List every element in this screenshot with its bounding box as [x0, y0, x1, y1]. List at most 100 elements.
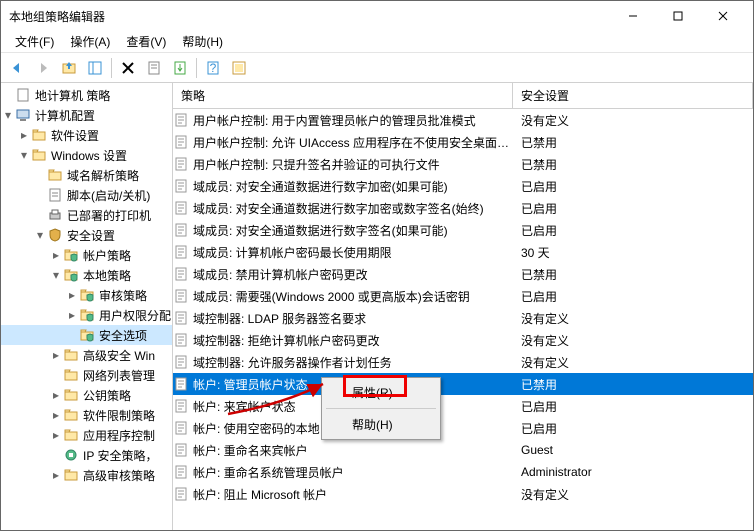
ipsec-icon [63, 447, 81, 463]
menu-bar: 文件(F) 操作(A) 查看(V) 帮助(H) [1, 31, 753, 53]
tree-node[interactable]: 地计算机 策略 [1, 85, 172, 105]
tree-toggle-icon[interactable]: ▸ [17, 128, 31, 142]
list-row[interactable]: 域成员: 计算机帐户密码最长使用期限30 天 [173, 241, 753, 263]
export-button[interactable] [168, 56, 192, 80]
context-menu-help[interactable]: 帮助(H) [324, 412, 438, 437]
tree-node[interactable]: ▸帐户策略 [1, 245, 172, 265]
help-button[interactable]: ? [201, 56, 225, 80]
folder-shield-icon [79, 327, 97, 343]
title-bar: 本地组策略编辑器 [1, 1, 753, 31]
list-pane[interactable]: 策略 安全设置 用户帐户控制: 用于内置管理员帐户的管理员批准模式没有定义用户帐… [173, 83, 753, 530]
list-row[interactable]: 域控制器: LDAP 服务器签名要求没有定义 [173, 307, 753, 329]
tree-node[interactable]: 网络列表管理 [1, 365, 172, 385]
tree-node[interactable]: ▾本地策略 [1, 265, 172, 285]
forward-button[interactable] [31, 56, 55, 80]
policy-setting: Guest [513, 443, 753, 457]
policy-icon [173, 354, 193, 370]
tree-toggle-icon[interactable]: ▸ [49, 468, 63, 482]
up-button[interactable] [57, 56, 81, 80]
tree-node-label: 软件限制策略 [81, 407, 155, 424]
policy-icon [173, 288, 193, 304]
tree-node[interactable]: ▾计算机配置 [1, 105, 172, 125]
menu-view[interactable]: 查看(V) [118, 31, 174, 52]
computer-icon [15, 107, 33, 123]
policy-name: 帐户: 重命名系统管理员帐户 [193, 464, 513, 481]
tree-node-label: 应用程序控制 [81, 427, 155, 444]
list-row[interactable]: 域成员: 对安全通道数据进行数字加密(如果可能)已启用 [173, 175, 753, 197]
policy-name: 域成员: 对安全通道数据进行数字加密或数字签名(始终) [193, 200, 513, 217]
policy-setting: 已启用 [513, 420, 753, 437]
tree-node-label: 已部署的打印机 [65, 207, 151, 224]
tree-toggle-icon[interactable]: ▸ [49, 388, 63, 402]
list-row[interactable]: 域成员: 对安全通道数据进行数字加密或数字签名(始终)已启用 [173, 197, 753, 219]
list-row[interactable]: 帐户: 管理员帐户状态已禁用 [173, 373, 753, 395]
list-row[interactable]: 域成员: 需要强(Windows 2000 或更高版本)会话密钥已启用 [173, 285, 753, 307]
folder-icon [63, 387, 81, 403]
tree-node[interactable]: 安全选项 [1, 325, 172, 345]
tree-node[interactable]: ▸用户权限分配 [1, 305, 172, 325]
tree-node-label: 网络列表管理 [81, 367, 155, 384]
policy-setting: 30 天 [513, 244, 753, 261]
tree-node-label: 软件设置 [49, 127, 99, 144]
minimize-button[interactable] [610, 1, 655, 31]
context-menu-properties[interactable]: 属性(R) [324, 380, 438, 405]
list-row[interactable]: 域控制器: 拒绝计算机帐户密码更改没有定义 [173, 329, 753, 351]
column-policy[interactable]: 策略 [173, 83, 513, 108]
menu-action[interactable]: 操作(A) [62, 31, 118, 52]
policy-icon [173, 310, 193, 326]
policy-name: 帐户: 重命名来宾帐户 [193, 442, 513, 459]
list-row[interactable]: 帐户: 重命名系统管理员帐户Administrator [173, 461, 753, 483]
menu-file[interactable]: 文件(F) [7, 31, 62, 52]
list-row[interactable]: 帐户: 重命名来宾帐户Guest [173, 439, 753, 461]
tree-toggle-icon[interactable]: ▸ [49, 428, 63, 442]
tree-node[interactable]: 脚本(启动/关机) [1, 185, 172, 205]
tree-node[interactable]: ▸高级审核策略 [1, 465, 172, 485]
list-row[interactable]: 帐户: 来宾帐户状态已启用 [173, 395, 753, 417]
list-row[interactable]: 域控制器: 允许服务器操作者计划任务没有定义 [173, 351, 753, 373]
tree-node[interactable]: ▾Windows 设置 [1, 145, 172, 165]
tree-node[interactable]: ▾安全设置 [1, 225, 172, 245]
tree-toggle-icon[interactable]: ▸ [49, 348, 63, 362]
tree-toggle-icon[interactable]: ▸ [49, 408, 63, 422]
policy-setting: 没有定义 [513, 332, 753, 349]
list-row[interactable]: 域成员: 对安全通道数据进行数字签名(如果可能)已启用 [173, 219, 753, 241]
tree-toggle-icon[interactable]: ▾ [33, 228, 47, 242]
policy-icon [173, 398, 193, 414]
list-row[interactable]: 用户帐户控制: 用于内置管理员帐户的管理员批准模式没有定义 [173, 109, 753, 131]
list-row[interactable]: 用户帐户控制: 只提升签名并验证的可执行文件已禁用 [173, 153, 753, 175]
tree-toggle-icon[interactable]: ▾ [49, 268, 63, 282]
toolbar: ? [1, 53, 753, 83]
policy-setting: 没有定义 [513, 486, 753, 503]
back-button[interactable] [5, 56, 29, 80]
menu-help[interactable]: 帮助(H) [174, 31, 231, 52]
properties-button[interactable] [142, 56, 166, 80]
tree-toggle-icon[interactable]: ▸ [65, 308, 79, 322]
policy-setting: 已禁用 [513, 156, 753, 173]
list-row[interactable]: 域成员: 禁用计算机帐户密码更改已禁用 [173, 263, 753, 285]
tree-node[interactable]: IP 安全策略， [1, 445, 172, 465]
tree-toggle-icon[interactable]: ▸ [49, 248, 63, 262]
folder-icon [63, 347, 81, 363]
tree-node[interactable]: 已部署的打印机 [1, 205, 172, 225]
maximize-button[interactable] [655, 1, 700, 31]
list-row[interactable]: 用户帐户控制: 允许 UIAccess 应用程序在不使用安全桌面…已禁用 [173, 131, 753, 153]
tree-node[interactable]: ▸ 软件设置 [1, 125, 172, 145]
tree-node[interactable]: ▸公钥策略 [1, 385, 172, 405]
policy-name: 用户帐户控制: 允许 UIAccess 应用程序在不使用安全桌面… [193, 134, 513, 151]
delete-button[interactable] [116, 56, 140, 80]
list-row[interactable]: 帐户: 使用空密码的本地…已启用 [173, 417, 753, 439]
close-button[interactable] [700, 1, 745, 31]
tree-toggle-icon[interactable]: ▸ [65, 288, 79, 302]
tree-node[interactable]: ▸ 应用程序控制 [1, 425, 172, 445]
tree-node[interactable]: ▸ 软件限制策略 [1, 405, 172, 425]
refresh-button[interactable] [227, 56, 251, 80]
column-setting[interactable]: 安全设置 [513, 83, 753, 108]
tree-pane[interactable]: 地计算机 策略▾计算机配置 ▸ 软件设置▾Windows 设置域名解析策略脚本(启动… [1, 83, 173, 530]
tree-toggle-icon[interactable]: ▾ [17, 148, 31, 162]
tree-node[interactable]: ▸审核策略 [1, 285, 172, 305]
tree-toggle-icon[interactable]: ▾ [1, 108, 15, 122]
tree-node[interactable]: ▸高级安全 Win [1, 345, 172, 365]
tree-node[interactable]: 域名解析策略 [1, 165, 172, 185]
tree-toggle-button[interactable] [83, 56, 107, 80]
list-row[interactable]: 帐户: 阻止 Microsoft 帐户没有定义 [173, 483, 753, 505]
